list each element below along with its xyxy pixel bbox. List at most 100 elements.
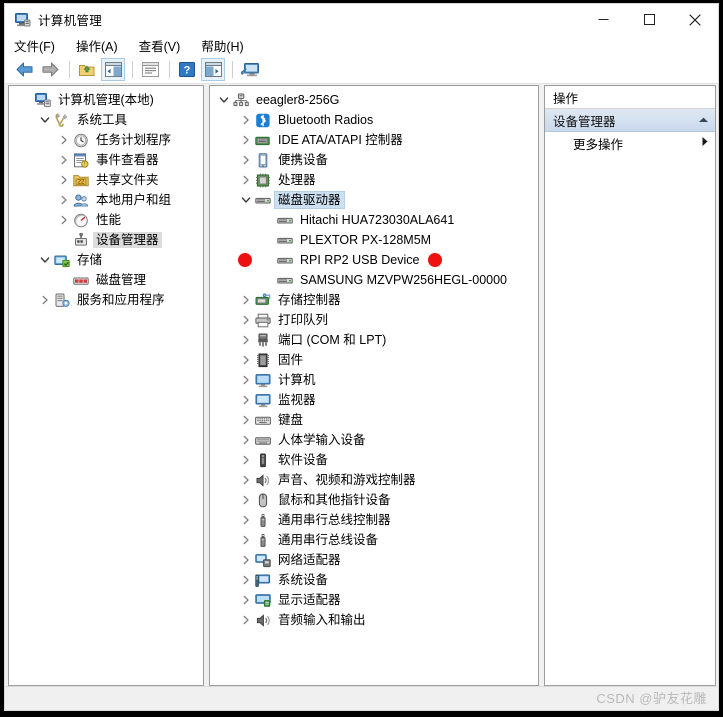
tree-node[interactable]: Hitachi HUA723030ALA641 — [210, 210, 538, 230]
chevron-right-icon[interactable] — [238, 590, 254, 610]
chevron-right-icon[interactable] — [238, 310, 254, 330]
tree-node[interactable]: 鼠标和其他指针设备 — [210, 490, 538, 510]
tree-node[interactable]: ! 事件查看器 — [9, 150, 203, 170]
chevron-right-icon[interactable] — [238, 390, 254, 410]
chevron-right-icon[interactable] — [238, 430, 254, 450]
tree-node-label: 共享文件夹 — [96, 173, 159, 187]
chevron-right-icon[interactable] — [238, 450, 254, 470]
chevron-right-icon[interactable] — [238, 530, 254, 550]
annotation-circle-right — [428, 253, 442, 267]
up-folder-button[interactable] — [75, 58, 99, 81]
event-viewer-icon: ! — [72, 152, 89, 168]
tree-node[interactable]: Bluetooth Radios — [210, 110, 538, 130]
tree-node[interactable]: 监视器 — [210, 390, 538, 410]
back-button[interactable] — [12, 58, 36, 81]
device-manager-pane: eeagler8-256G Bluetooth Radios IDE ATA/ATA… — [209, 85, 539, 686]
tree-node[interactable]: IDE ATA/ATAPI 控制器 — [210, 130, 538, 150]
chevron-right-icon[interactable] — [238, 510, 254, 530]
chevron-right-icon[interactable] — [238, 130, 254, 150]
tree-node[interactable]: 端口 (COM 和 LPT) — [210, 330, 538, 350]
computer-management-window: 计算机管理 文件(F) 操作(A) 查看(V) 帮助(H) ? 计算机管理(本地… — [4, 3, 719, 711]
properties-button[interactable] — [138, 58, 162, 81]
tree-node[interactable]: 本地用户和组 — [9, 190, 203, 210]
chevron-right-icon[interactable] — [238, 110, 254, 130]
tree-node[interactable]: 性能 — [9, 210, 203, 230]
chevron-down-icon[interactable] — [37, 250, 53, 270]
action-more-actions[interactable]: 更多操作 — [545, 132, 715, 154]
scan-hardware-button[interactable] — [238, 58, 262, 81]
chevron-right-icon[interactable] — [238, 550, 254, 570]
tree-node[interactable]: 任务计划程序 — [9, 130, 203, 150]
tree-node[interactable]: 服务和应用程序 — [9, 290, 203, 310]
status-bar: CSDN @驴友花雕 — [5, 686, 718, 710]
tree-node[interactable]: 声音、视频和游戏控制器 — [210, 470, 538, 490]
show-console-tree-button[interactable] — [101, 58, 125, 81]
menu-action[interactable]: 操作(A) — [76, 36, 118, 55]
chevron-right-icon[interactable] — [238, 290, 254, 310]
processor-icon — [254, 172, 271, 188]
chevron-right-icon[interactable] — [238, 150, 254, 170]
chevron-right-icon[interactable] — [238, 350, 254, 370]
minimize-button[interactable] — [580, 4, 626, 35]
tree-node[interactable]: 磁盘驱动器 — [210, 190, 538, 210]
tree-node-label: 端口 (COM 和 LPT) — [278, 333, 387, 347]
chevron-right-icon[interactable] — [56, 150, 72, 170]
chevron-down-icon[interactable] — [37, 110, 53, 130]
tree-node[interactable]: 计算机 — [210, 370, 538, 390]
tree-node[interactable]: PLEXTOR PX-128M5M — [210, 230, 538, 250]
tree-node[interactable]: 人体学输入设备 — [210, 430, 538, 450]
chevron-right-icon[interactable] — [238, 330, 254, 350]
tree-node[interactable]: 存储 — [9, 250, 203, 270]
tree-node[interactable]: 22 共享文件夹 — [9, 170, 203, 190]
keyboard-icon — [254, 412, 271, 428]
maximize-button[interactable] — [626, 4, 672, 35]
chevron-down-icon[interactable] — [216, 90, 232, 110]
tree-node[interactable]: 处理器 — [210, 170, 538, 190]
chevron-right-icon[interactable] — [238, 170, 254, 190]
menu-view[interactable]: 查看(V) — [139, 36, 181, 55]
help-button[interactable]: ? — [175, 58, 199, 81]
tree-node[interactable]: 通用串行总线设备 — [210, 530, 538, 550]
chevron-right-icon — [701, 136, 709, 150]
chevron-right-icon[interactable] — [238, 570, 254, 590]
tree-node[interactable]: 网络适配器 — [210, 550, 538, 570]
tree-node[interactable]: 通用串行总线控制器 — [210, 510, 538, 530]
tree-node[interactable]: 音频输入和输出 — [210, 610, 538, 630]
tree-node[interactable]: 系统设备 — [210, 570, 538, 590]
device-root-node[interactable]: eeagler8-256G — [210, 90, 538, 110]
tree-node[interactable]: SAMSUNG MZVPW256HEGL-00000 — [210, 270, 538, 290]
close-button[interactable] — [672, 4, 718, 35]
chevron-right-icon[interactable] — [238, 410, 254, 430]
menu-file[interactable]: 文件(F) — [14, 36, 55, 55]
tree-node[interactable]: 打印队列 — [210, 310, 538, 330]
chevron-down-icon[interactable] — [238, 190, 254, 210]
chevron-right-icon[interactable] — [56, 190, 72, 210]
tree-node[interactable]: 便携设备 — [210, 150, 538, 170]
chevron-up-icon[interactable] — [698, 113, 709, 127]
chevron-right-icon[interactable] — [56, 170, 72, 190]
shared-folders-icon: 22 — [72, 172, 89, 188]
tree-node[interactable]: 显示适配器 — [210, 590, 538, 610]
show-action-pane-button[interactable] — [201, 58, 225, 81]
chevron-right-icon[interactable] — [238, 370, 254, 390]
chevron-right-icon[interactable] — [56, 210, 72, 230]
tree-node[interactable]: 磁盘管理 — [9, 270, 203, 290]
chevron-right-icon[interactable] — [37, 290, 53, 310]
console-root-node[interactable]: 计算机管理(本地) — [9, 90, 203, 110]
actions-group-device-manager[interactable]: 设备管理器 — [545, 109, 715, 132]
tree-node[interactable]: 存储控制器 — [210, 290, 538, 310]
forward-button[interactable] — [38, 58, 62, 81]
tree-node[interactable]: RPI RP2 USB Device — [210, 250, 538, 270]
tree-node[interactable]: 系统工具 — [9, 110, 203, 130]
chevron-right-icon[interactable] — [238, 490, 254, 510]
tree-node[interactable]: 键盘 — [210, 410, 538, 430]
chevron-right-icon[interactable] — [56, 130, 72, 150]
tree-node-label: 系统设备 — [278, 573, 329, 587]
chevron-right-icon[interactable] — [238, 610, 254, 630]
software-device-icon — [254, 452, 271, 468]
menu-help[interactable]: 帮助(H) — [201, 36, 243, 55]
tree-node[interactable]: 固件 — [210, 350, 538, 370]
tree-node[interactable]: 软件设备 — [210, 450, 538, 470]
chevron-right-icon[interactable] — [238, 470, 254, 490]
tree-node[interactable]: 设备管理器 — [9, 230, 203, 250]
